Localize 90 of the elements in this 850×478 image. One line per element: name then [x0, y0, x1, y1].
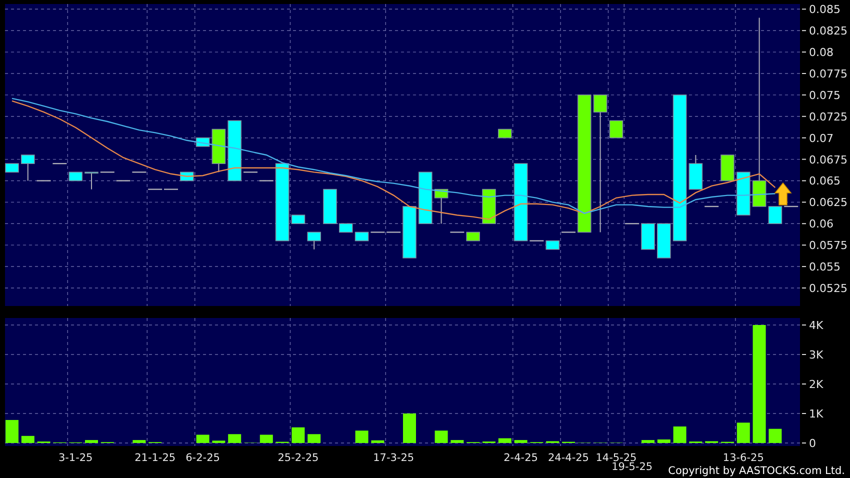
volume-bar: [85, 440, 98, 443]
candlestick: [212, 128, 226, 173]
candlestick: [116, 180, 130, 182]
candlestick: [641, 223, 655, 250]
axis-label: 0.055: [809, 260, 840, 274]
candlestick: [148, 188, 162, 190]
candlestick: [259, 180, 274, 182]
axis-label: 0: [809, 437, 816, 450]
axis-label: 0.0725: [809, 110, 848, 124]
axis-label: 0.075: [809, 88, 840, 102]
candlestick: [164, 188, 178, 190]
volume-bar: [355, 430, 368, 443]
volume-bar: [292, 427, 305, 443]
candlestick: [339, 223, 353, 233]
candlestick: [323, 188, 337, 224]
axis-label: 0.0625: [809, 196, 848, 210]
candlestick: [84, 172, 98, 190]
volume-bar: [434, 430, 448, 443]
up-arrow-icon: [774, 182, 792, 206]
volume-bar: [450, 440, 464, 443]
candlestick: [228, 120, 242, 182]
axis-label: 1K: [809, 408, 824, 420]
volume-bar: [514, 440, 528, 443]
volume-bar: [657, 439, 670, 443]
volume-bar: [308, 434, 321, 443]
axis-label: 0.0525: [809, 282, 848, 295]
candlestick: [291, 214, 306, 224]
axis-label: 24-4-25: [548, 452, 589, 464]
volume-bar: [132, 440, 146, 443]
axis-label: 0.085: [809, 3, 840, 16]
candlestick: [418, 172, 432, 224]
candlestick: [704, 206, 719, 208]
candlestick: [562, 232, 576, 233]
volume-bar: [768, 428, 782, 443]
volume-bar: [196, 434, 210, 443]
axis-label: 0.065: [809, 174, 840, 188]
axis-label: 0.0575: [809, 239, 848, 252]
axis-label: 4K: [809, 319, 824, 332]
volume-bar: [371, 440, 384, 443]
axis-label: 25-2-25: [278, 452, 319, 464]
candlestick: [52, 162, 67, 164]
candlestick: [530, 240, 544, 242]
candlestick: [36, 180, 51, 182]
axis-label: 17-3-25: [373, 452, 414, 464]
axis-label: 0.0775: [809, 68, 848, 80]
axis-label: 0.07: [809, 132, 834, 145]
candlestick: [68, 172, 82, 182]
axis-label: 3-1-25: [58, 452, 93, 464]
candlestick: [498, 128, 512, 138]
candlestick: [688, 154, 703, 190]
axis-label: 13-6-25: [722, 452, 764, 464]
candlestick: [100, 172, 114, 173]
volume-bar: [642, 440, 654, 443]
candlestick: [370, 232, 385, 233]
candlestick: [466, 232, 480, 242]
axis-label: 0.0825: [809, 24, 848, 38]
axis-label: 2K: [809, 378, 824, 391]
axis-label: 3K: [809, 348, 824, 362]
candlestick: [386, 232, 401, 233]
candlestick: [482, 188, 496, 224]
candlestick: [354, 232, 369, 242]
candlestick: [736, 172, 750, 216]
volume-bar: [498, 438, 512, 443]
candlestick: [450, 232, 464, 233]
volume-bar: [736, 422, 750, 443]
axis-label: 0.08: [809, 46, 834, 60]
candlestick: [244, 172, 258, 173]
candlestick: [609, 120, 624, 138]
candlestick: [768, 206, 782, 224]
axis-label: 0.0675: [809, 153, 848, 166]
axis-label: 6-2-25: [186, 452, 220, 464]
candlestick: [546, 240, 560, 250]
axis-label: 2-4-25: [504, 452, 538, 464]
volume-bar: [260, 434, 273, 443]
volume-bar: [212, 440, 226, 443]
candlestick: [21, 154, 35, 182]
axis-label: 19-5-25: [612, 461, 653, 473]
candlestick: [784, 206, 798, 208]
axis-label: 21-1-25: [134, 452, 176, 464]
volume-bar: [228, 434, 242, 443]
candlestick: [307, 232, 321, 250]
candlestick: [657, 223, 671, 258]
axis-label: 0.06: [809, 218, 834, 231]
candlestick: [5, 163, 19, 173]
candlestick: [625, 223, 640, 224]
copyright-text: Copyright by AASTOCKS.com Ltd.: [668, 465, 845, 477]
candlestick: [434, 188, 448, 224]
candlestick: [132, 172, 146, 173]
candlestick: [402, 206, 416, 258]
candlestick: [720, 154, 734, 182]
